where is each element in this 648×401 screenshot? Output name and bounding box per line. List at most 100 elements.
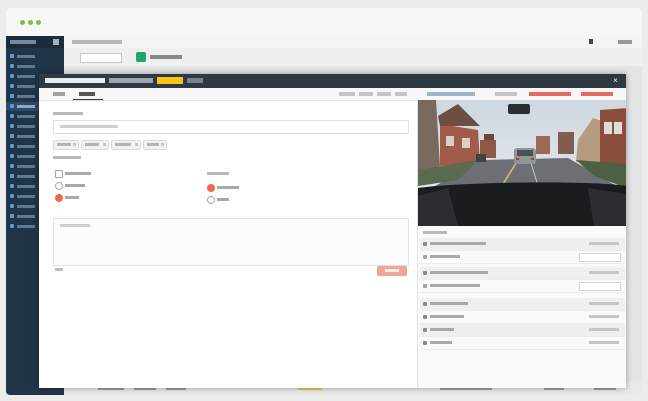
nav-icon [10,104,14,108]
event-row[interactable] [420,324,625,337]
event-title [430,255,460,258]
window-dot-icon[interactable] [20,20,25,25]
tag-chip[interactable] [143,140,167,150]
event-row[interactable] [420,298,625,311]
event-action-button[interactable] [579,282,621,291]
option-radio[interactable] [55,194,115,202]
sidebar-item-label [17,215,35,218]
char-counter [55,268,63,271]
event-type-icon [423,315,427,319]
header-action[interactable] [495,92,517,96]
reason-input[interactable] [53,120,409,134]
sidebar-item-label [17,175,35,178]
sidebar-item-label [17,145,35,148]
save-button[interactable] [377,266,407,276]
close-icon[interactable] [161,143,164,146]
event-type-icon [423,328,427,332]
event-row[interactable] [420,238,625,251]
header-action[interactable] [359,92,373,96]
tag-label [115,143,131,146]
nav-icon [10,124,14,128]
review-sidebar [417,100,626,388]
tag-chip[interactable] [81,140,109,150]
event-title [430,315,464,318]
sidebar-item-label [17,155,35,158]
sidebar-item[interactable] [6,52,64,61]
radio-icon[interactable] [55,182,63,190]
radio-selected-icon[interactable] [55,194,63,202]
menu-icon[interactable] [53,39,59,45]
sidebar-item-label [17,165,35,168]
sidebar-item-label [17,115,35,118]
filter-button[interactable] [80,53,122,63]
user-menu[interactable] [618,40,632,44]
header-alert-link[interactable] [581,92,613,96]
option-checkbox[interactable] [55,170,115,178]
event-title [430,302,468,305]
window-chrome [6,8,642,36]
event-date [589,242,619,245]
nav-icon [10,84,14,88]
option-radio[interactable] [207,196,267,204]
dashcam-video[interactable] [418,100,626,226]
field-label [53,112,83,115]
input-placeholder [60,125,118,128]
checkbox-icon[interactable] [55,170,63,178]
sidebar-item-label [17,65,35,68]
event-row[interactable] [420,251,625,264]
tag-chip[interactable] [111,140,141,150]
nav-icon [10,64,14,68]
event-row[interactable] [420,280,625,293]
event-row[interactable] [420,337,625,350]
close-icon[interactable] [103,143,106,146]
header-link[interactable] [427,92,475,96]
sidebar-item-label [17,125,35,128]
event-type-icon [423,341,427,345]
modal-header: × [39,74,626,88]
dashcam-frame [418,100,626,226]
sidebar-item[interactable] [6,62,64,71]
tag-chip[interactable] [53,140,79,150]
comment-textarea[interactable] [53,218,409,266]
header-action[interactable] [339,92,355,96]
sidebar-item-label [17,105,35,108]
event-date [589,302,619,305]
event-date [589,315,619,318]
radio-selected-icon[interactable] [207,184,215,192]
close-icon[interactable] [73,143,76,146]
close-icon[interactable]: × [611,76,620,85]
sidebar-item-label [17,55,35,58]
close-icon[interactable] [135,143,138,146]
event-action-button[interactable] [579,253,621,262]
tab-1[interactable] [79,92,95,96]
tag-label [57,143,71,146]
event-row[interactable] [420,267,625,280]
event-title [430,271,488,274]
nav-icon [10,204,14,208]
event-date [589,328,619,331]
event-row[interactable] [420,311,625,324]
nav-icon [10,114,14,118]
sidebar-item-label [17,225,35,228]
export-label[interactable] [150,55,182,59]
option-radio[interactable] [55,182,115,190]
radio-icon[interactable] [207,196,215,204]
sidebar-item-label [17,85,35,88]
modal-title [45,78,105,83]
tab-0[interactable] [53,92,65,96]
tag-label [147,143,159,146]
nav-icon [10,74,14,78]
window-dot-icon[interactable] [36,20,41,25]
event-date [589,341,619,344]
header-action[interactable] [377,92,391,96]
group-label [207,172,229,175]
excel-export-icon[interactable] [136,52,146,62]
events-label [423,231,447,234]
nav-icon [10,144,14,148]
header-action[interactable] [395,92,407,96]
breadcrumb [72,40,122,44]
window-dot-icon[interactable] [28,20,33,25]
header-alert-link[interactable] [529,92,571,96]
notification-icon[interactable] [589,39,593,44]
option-radio[interactable] [207,184,267,192]
